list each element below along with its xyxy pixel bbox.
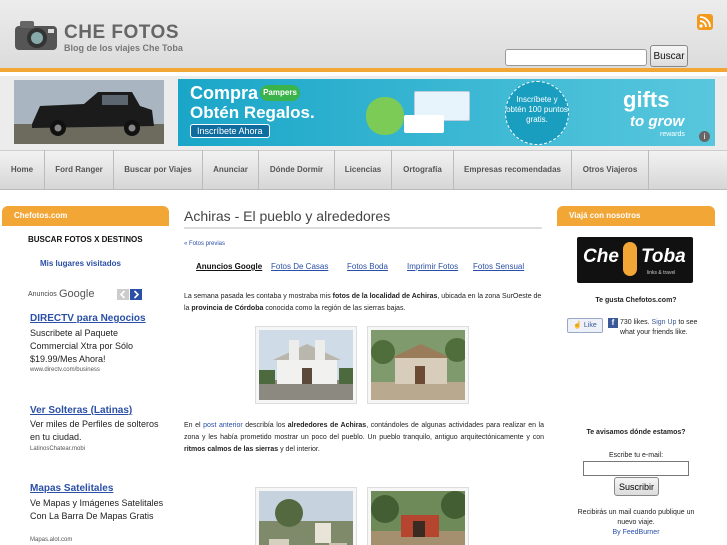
p2-text-4: y del interior.	[278, 446, 320, 453]
ad-solteras-url[interactable]: LatinosChatear.mobi	[30, 446, 85, 452]
site-tagline: Blog de los viajes Che Toba	[64, 43, 183, 53]
ad-link-fotos-casas[interactable]: Fotos De Casas	[271, 262, 328, 271]
ad-info-icon[interactable]: i	[699, 131, 710, 142]
wipes-pack-icon	[404, 115, 444, 133]
page: CHE FOTOS Blog de los viajes Che Toba Bu…	[0, 0, 727, 545]
buscar-fotos-title: BUSCAR FOTOS X DESTINOS	[28, 235, 143, 244]
ad-link-imprimir-fotos[interactable]: Imprimir Fotos	[407, 262, 458, 271]
photo-gate[interactable]	[367, 487, 469, 545]
left-panel-header: Chefotos.com	[2, 206, 169, 226]
paragraph-1: La semana pasada les contaba y mostraba …	[184, 291, 544, 315]
chetoba-logo[interactable]: Che Toba links & travel	[577, 237, 693, 283]
google-logo: Google	[59, 288, 95, 300]
ad-cta-button[interactable]: Inscríbete Ahora	[190, 124, 270, 138]
ad-directv-url[interactable]: www.directv.com/business	[30, 367, 100, 373]
p1-text-3: conocida como la región de las sierras b…	[263, 305, 406, 312]
p2-bold-alrededores: alrededores de Achiras	[287, 422, 367, 429]
brand-che: Che	[583, 246, 619, 267]
rewards-text: rewards	[660, 131, 685, 138]
photo-church[interactable]	[255, 326, 357, 404]
photo-house[interactable]	[367, 326, 469, 404]
nav-buscar-por-viajes[interactable]: Buscar por Viajes	[114, 150, 203, 190]
email-label: Escribe tu e-mail:	[608, 452, 664, 459]
brand-toba: Toba	[641, 246, 686, 267]
rss-icon[interactable]	[697, 14, 713, 30]
avisamos-text: Te avisamos dónde estamos?	[586, 429, 686, 436]
toy-dog-icon	[366, 97, 404, 135]
title-divider	[184, 227, 542, 229]
photo-plaza[interactable]	[255, 487, 357, 545]
ad-prev-icon[interactable]	[117, 289, 129, 300]
p1-bold-cordoba: provincia de Córdoba	[191, 305, 264, 312]
suscribir-button[interactable]: Suscribir	[614, 477, 659, 496]
thumbs-up-icon: ☝	[573, 322, 582, 329]
nav-anunciar[interactable]: Anunciar	[203, 150, 259, 190]
anuncios-label: Anuncios	[28, 291, 57, 298]
brand-figure-icon	[623, 242, 637, 276]
ad-solteras-title[interactable]: Ver Solteras (Latinas)	[30, 405, 132, 416]
to-grow-text: to grow	[630, 113, 685, 130]
search-input[interactable]	[505, 49, 647, 66]
ad-mapas-title[interactable]: Mapas Satelitales	[30, 483, 113, 494]
ad-next-icon[interactable]	[130, 289, 142, 300]
feedburner-link[interactable]: By FeedBurner	[572, 529, 700, 536]
p1-bold-achiras: fotos de la localidad de Achiras	[332, 293, 438, 300]
recibiras-text: Recibirás un mail cuando publique un nue…	[577, 509, 695, 526]
p1-text: La semana pasada les contaba y mostraba …	[184, 293, 333, 300]
site-title[interactable]: CHE FOTOS	[64, 22, 179, 44]
p2-bold-ritmos: ritmos calmos de las sierras	[184, 446, 279, 453]
gusta-text: Te gusta Chefotos.com?	[595, 297, 677, 304]
pampers-logo: Pampers	[260, 85, 300, 101]
fb-likes-count: 730 likes.	[620, 319, 650, 326]
ad-link-fotos-boda[interactable]: Fotos Boda	[347, 262, 388, 271]
ad-headline: Compra	[190, 83, 259, 103]
p2-text: En el	[184, 422, 204, 429]
ad-mapas-url[interactable]: Mapas.alot.com	[30, 537, 72, 543]
fb-likes-text: 730 likes. Sign Up to see what your frie…	[620, 318, 712, 338]
pampers-ad-banner[interactable]: Compra Pampers Obtén Regalos. Inscríbete…	[178, 79, 715, 146]
ad-points-badge: Inscríbete y obtén 100 puntos gratis.	[505, 81, 569, 145]
anuncios-google-label: Anuncios Google	[196, 262, 263, 271]
fb-like-label: Like	[583, 322, 597, 329]
nav-donde-dormir[interactable]: Dónde Dormir	[259, 150, 335, 190]
ad-mapas-body: Ve Mapas y Imágenes Satelitales Con La B…	[30, 498, 164, 521]
prev-photos-link[interactable]: « Fotos previas	[184, 241, 225, 247]
nav-licencias[interactable]: Licencias	[335, 150, 392, 190]
gifts-text: gifts	[623, 87, 670, 112]
nav-home[interactable]: Home	[0, 150, 45, 190]
ad-link-fotos-sensual[interactable]: Fotos Sensual	[473, 262, 524, 271]
fb-signup-link[interactable]: Sign Up	[652, 319, 677, 326]
brand-sub: links & travel	[647, 270, 676, 276]
search-button[interactable]: Buscar	[650, 45, 688, 67]
ad-subheadline: Obtén Regalos.	[190, 103, 315, 122]
ford-ranger-photo[interactable]	[14, 80, 164, 144]
ad-solteras-body: Ver miles de Perfiles de solteros en tu …	[30, 419, 159, 442]
paragraph-2: En el post anterior describía los alrede…	[184, 420, 544, 456]
right-panel-header: Viajá con nosotros	[557, 206, 715, 226]
email-input[interactable]	[583, 461, 689, 476]
post-title[interactable]: Achiras - El pueblo y alrededores	[184, 208, 390, 224]
nav-ford-ranger[interactable]: Ford Ranger	[45, 150, 114, 190]
nav-ortografia[interactable]: Ortografía	[392, 150, 454, 190]
ad-directv-body: Suscribete al Paquete Commercial Xtra po…	[30, 328, 134, 364]
nav-otros-viajeros[interactable]: Otros Viajeros	[572, 150, 649, 190]
mis-lugares-link[interactable]: Mis lugares visitados	[40, 259, 121, 268]
facebook-icon: f	[608, 318, 618, 328]
camera-logo[interactable]	[14, 18, 58, 52]
nav-empresas-recomendadas[interactable]: Empresas recomendadas	[454, 150, 572, 190]
post-anterior-link[interactable]: post anterior	[203, 422, 243, 429]
p2-text-2: describía los	[242, 422, 288, 429]
ad-directv-title[interactable]: DIRECTV para Negocios	[30, 313, 146, 324]
fb-like-button[interactable]: ☝ Like	[567, 318, 603, 333]
